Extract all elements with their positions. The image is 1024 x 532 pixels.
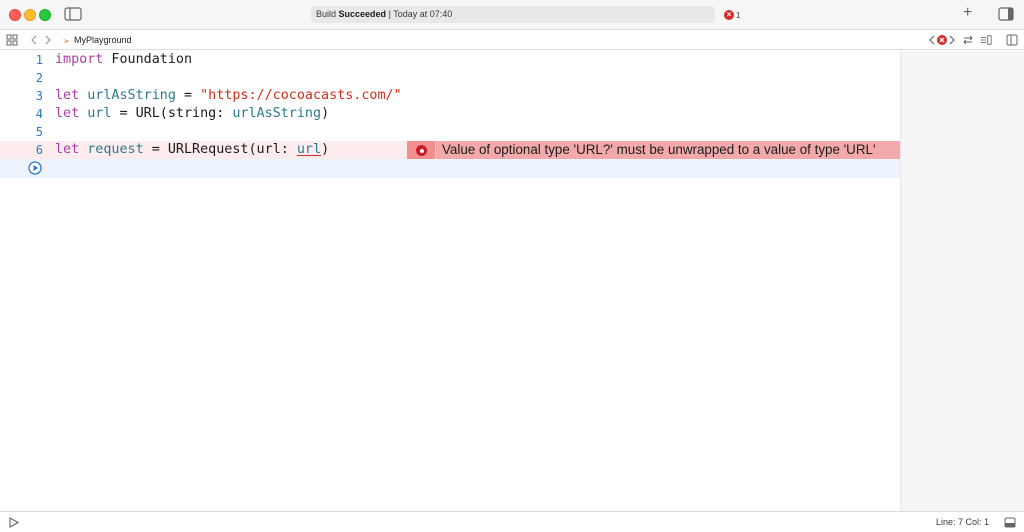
code-text: let request = URLRequest(url: url) — [55, 141, 329, 159]
code-token-kw: let — [55, 106, 80, 121]
code-text: let url = URL(string: urlAsString) — [55, 105, 329, 123]
code-token-plain: = URLRequest(url: — [143, 142, 297, 157]
error-icon-box — [407, 141, 436, 159]
line-number: 5 — [35, 125, 43, 139]
code-line[interactable]: 2 — [0, 69, 900, 87]
minimize-window-button[interactable] — [24, 9, 36, 21]
run-play-icon[interactable] — [28, 161, 42, 175]
code-token-var: urlAsString — [87, 88, 176, 103]
cursor-position: Line: 7 Col: 1 — [936, 517, 990, 527]
breadcrumb[interactable]: MyPlayground — [61, 33, 132, 47]
line-number: 3 — [35, 89, 43, 103]
code-line[interactable]: 3 let urlAsString = "https://cocoacasts.c… — [0, 87, 900, 105]
add-button[interactable]: + — [963, 4, 972, 22]
code-token-var: url — [87, 106, 112, 121]
code-token-kw: import — [55, 52, 104, 67]
code-line[interactable]: 4 let url = URL(string: urlAsString) — [0, 105, 900, 123]
zoom-window-button[interactable] — [39, 9, 51, 21]
activity-status: Succeeded — [338, 9, 387, 19]
line-number: 2 — [35, 71, 43, 85]
code-line[interactable]: 5 — [0, 123, 900, 141]
related-items-icon[interactable] — [6, 34, 18, 46]
code-token-var: request — [87, 142, 144, 157]
breadcrumb-file: MyPlayground — [74, 35, 132, 45]
next-issue-icon[interactable] — [946, 34, 958, 46]
error-message: Value of optional type 'URL?' must be un… — [442, 142, 876, 157]
split-editor-icon[interactable] — [1006, 34, 1018, 46]
current-line[interactable] — [0, 159, 900, 178]
line-number: 1 — [35, 53, 43, 67]
code-line[interactable]: 1 import Foundation — [0, 51, 900, 69]
code-token-plain: ) — [321, 142, 330, 157]
navigator-toggle-icon[interactable] — [64, 7, 82, 21]
error-icon — [416, 145, 427, 156]
code-text: let urlAsString = "https://cocoacasts.co… — [55, 87, 402, 105]
code-token-var: url — [296, 142, 322, 157]
results-sidebar — [900, 51, 1024, 511]
line-number: 4 — [35, 107, 43, 121]
forward-chevron-icon[interactable] — [42, 34, 54, 46]
code-token-plain: ) — [321, 106, 330, 121]
execute-playground-icon[interactable] — [9, 517, 19, 528]
editor-options-icon[interactable] — [980, 34, 992, 46]
activity-separator: | — [388, 9, 391, 19]
code-token-str: "https://cocoacasts.com/" — [200, 88, 402, 103]
window-titlebar: Build Succeeded | Today at 07:40 × 1 + — [0, 0, 1024, 29]
code-token-plain: = URL(string: — [111, 106, 233, 121]
error-icon: × — [724, 10, 734, 20]
swift-file-icon — [61, 35, 71, 45]
debug-area-toggle-icon[interactable] — [1004, 517, 1016, 528]
inspector-toggle-icon[interactable] — [998, 7, 1014, 21]
code-token-plain: = — [175, 88, 201, 103]
activity-prefix: Build — [316, 9, 337, 19]
line-number: 6 — [35, 143, 43, 157]
code-token-kw: let — [55, 88, 80, 103]
code-token-kw: let — [55, 142, 80, 157]
code-token-var: urlAsString — [232, 106, 322, 121]
error-count: 1 — [736, 10, 741, 20]
activity-viewer: Build Succeeded | Today at 07:40 — [311, 6, 715, 23]
debug-bar: Line: 7 Col: 1 — [0, 511, 1024, 532]
activity-time: Today at 07:40 — [393, 9, 453, 19]
inline-error-banner[interactable]: Value of optional type 'URL?' must be un… — [407, 141, 900, 159]
code-editor[interactable]: 1 import Foundation 2 3 let urlAsString = "h… — [0, 51, 900, 511]
close-window-button[interactable] — [9, 9, 21, 21]
code-line[interactable]: 6 let request = URLRequest(url: url) Value… — [0, 141, 900, 159]
jump-bar: MyPlayground — [0, 29, 1024, 50]
code-text: import Foundation — [55, 51, 192, 69]
back-chevron-icon[interactable] — [28, 34, 40, 46]
code-token-plain: Foundation — [103, 52, 193, 67]
error-count-badge[interactable]: × 1 — [724, 9, 740, 21]
swap-arrows-icon[interactable] — [962, 34, 974, 46]
